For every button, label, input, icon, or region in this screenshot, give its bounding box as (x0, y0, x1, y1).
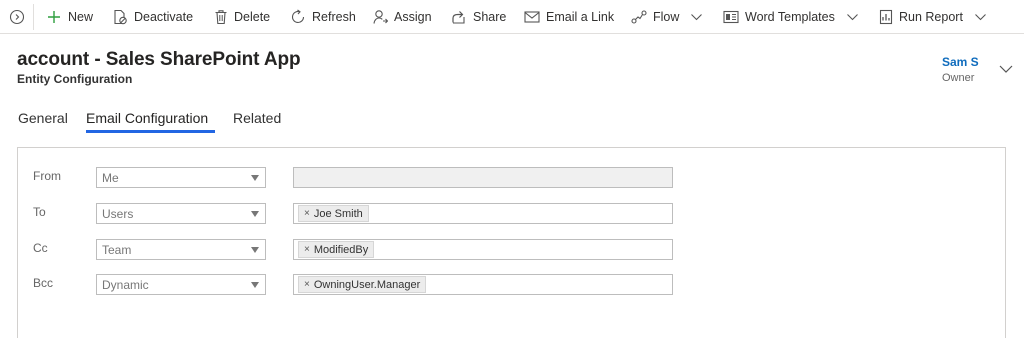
to-recipient-field[interactable]: × Joe Smith (293, 203, 673, 224)
chevron-down-icon (846, 13, 858, 20)
new-button[interactable]: New (46, 0, 93, 34)
bcc-recipient-field[interactable]: × OwningUser.Manager (293, 274, 673, 295)
command-bar: New Deactivate Delete Refresh Assign Sha… (0, 0, 1024, 34)
active-tab-indicator (86, 130, 215, 133)
remove-chip-icon[interactable]: × (304, 208, 310, 219)
assign-label: Assign (394, 10, 432, 24)
from-label: From (33, 169, 61, 183)
from-type-select[interactable]: Me (96, 167, 266, 188)
dropdown-arrow-icon (251, 175, 259, 181)
recipient-chip: × OwningUser.Manager (298, 276, 427, 293)
refresh-label: Refresh (312, 10, 356, 24)
recipient-chip: × ModifiedBy (298, 241, 375, 258)
share-button[interactable]: Share (451, 0, 506, 34)
dropdown-arrow-icon (251, 282, 259, 288)
run-report-button[interactable]: Run Report (879, 0, 992, 34)
assign-button[interactable]: Assign (373, 0, 432, 34)
email-link-label: Email a Link (546, 10, 615, 24)
to-label: To (33, 205, 46, 219)
share-icon (452, 11, 465, 24)
chevron-down-icon (691, 13, 703, 20)
word-template-icon (723, 10, 739, 24)
chip-label: Joe Smith (313, 207, 363, 220)
deactivate-button[interactable]: Deactivate (113, 0, 193, 34)
refresh-button[interactable]: Refresh (291, 0, 356, 34)
new-label: New (68, 10, 94, 24)
owner-link[interactable]: Sam S (942, 55, 979, 69)
tab-general[interactable]: General (18, 110, 68, 126)
flow-label: Flow (653, 10, 680, 24)
delete-button[interactable]: Delete (214, 0, 270, 34)
refresh-icon (292, 9, 305, 24)
tab-related[interactable]: Related (233, 110, 281, 126)
remove-chip-icon[interactable]: × (304, 244, 310, 255)
cc-type-value: Team (102, 243, 132, 257)
chip-label: ModifiedBy (313, 243, 369, 256)
delete-label: Delete (234, 10, 271, 24)
bcc-label: Bcc (33, 276, 54, 290)
deactivate-label: Deactivate (134, 10, 194, 24)
word-templates-button[interactable]: Word Templates (723, 0, 864, 34)
plus-icon (48, 11, 60, 23)
chip-label: OwningUser.Manager (313, 278, 421, 291)
remove-chip-icon[interactable]: × (304, 279, 310, 290)
run-report-label: Run Report (899, 10, 963, 24)
assign-user-icon (373, 10, 388, 24)
share-label: Share (473, 10, 507, 24)
email-icon (524, 11, 540, 23)
bcc-type-select[interactable]: Dynamic (96, 274, 266, 295)
entity-subtitle: Entity Configuration (17, 72, 133, 86)
email-link-button[interactable]: Email a Link (524, 0, 614, 34)
cc-type-select[interactable]: Team (96, 239, 266, 260)
owner-label: Owner (942, 72, 975, 84)
to-type-value: Users (102, 207, 134, 221)
word-templates-label: Word Templates (745, 10, 835, 24)
trash-icon (215, 10, 227, 25)
chevron-down-icon (975, 13, 986, 20)
header-expand-chevron-icon[interactable] (998, 62, 1014, 76)
command-separator (33, 4, 34, 30)
dropdown-arrow-icon (251, 247, 259, 253)
from-type-value: Me (102, 171, 119, 185)
deactivate-icon (114, 9, 127, 25)
dropdown-arrow-icon (251, 211, 259, 217)
tab-email-configuration[interactable]: Email Configuration (86, 110, 208, 126)
page-title: account - Sales SharePoint App (17, 49, 301, 70)
recipient-chip: × Joe Smith (298, 205, 369, 222)
to-type-select[interactable]: Users (96, 203, 266, 224)
bcc-type-value: Dynamic (102, 278, 149, 292)
report-icon (879, 9, 893, 25)
cc-label: Cc (33, 241, 48, 255)
flow-icon (631, 10, 647, 24)
flow-button[interactable]: Flow (631, 0, 708, 34)
from-recipient-field (293, 167, 673, 188)
navigation-expand-icon[interactable] (6, 6, 28, 28)
cc-recipient-field[interactable]: × ModifiedBy (293, 239, 673, 260)
